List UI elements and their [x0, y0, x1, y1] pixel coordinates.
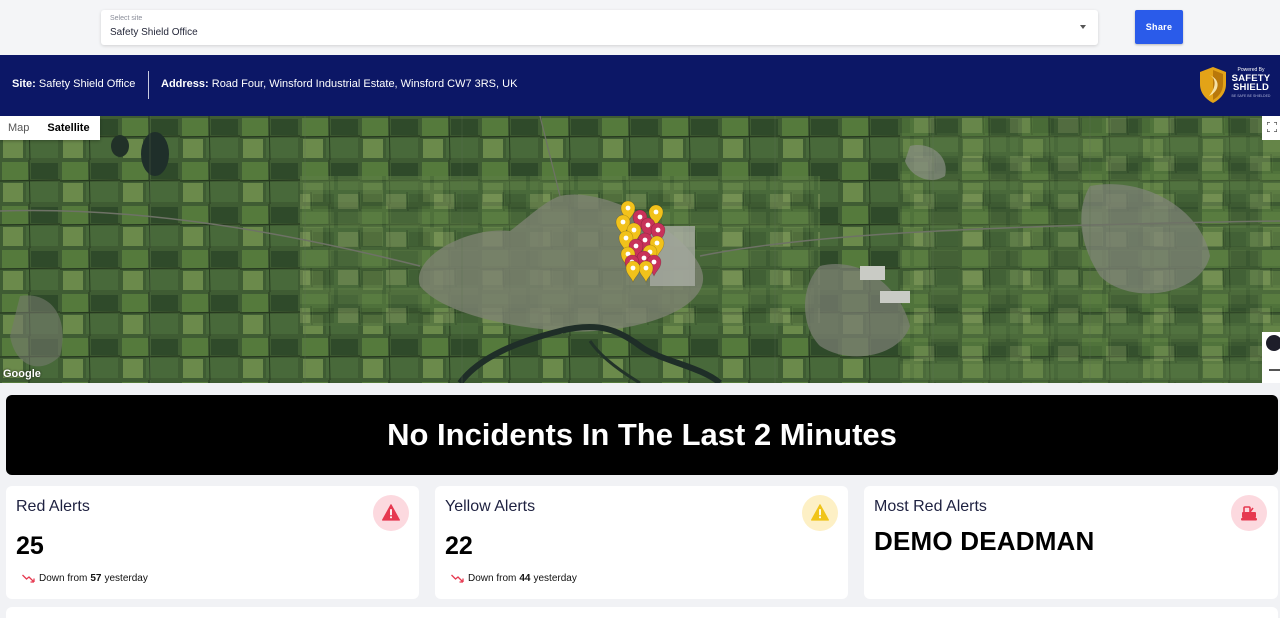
site-select-label: Select site [110, 15, 143, 22]
warning-triangle-icon [382, 504, 400, 521]
fullscreen-icon [1267, 122, 1277, 132]
chevron-down-icon[interactable] [1080, 25, 1086, 29]
yellow-alerts-title: Yellow Alerts [445, 498, 536, 515]
vehicle-icon-badge [1231, 495, 1267, 531]
address-label: Address: [161, 78, 209, 90]
yellow-alert-icon-badge [802, 495, 838, 531]
brand-name: SAFETY SHIELD [1229, 74, 1273, 93]
incident-banner: No Incidents In The Last 2 Minutes [6, 395, 1278, 475]
red-trend-suffix: yesterday [104, 573, 148, 584]
site-value: Safety Shield Office [38, 78, 136, 90]
yellow-alerts-card: Yellow Alerts 22 Down from 44 yesterday [435, 486, 848, 599]
info-divider [148, 71, 149, 99]
red-alerts-title: Red Alerts [16, 498, 90, 515]
brand-tagline: BE SAFE BE SHIELDED [1231, 94, 1271, 98]
red-alerts-count: 25 [16, 532, 44, 560]
map-marker-icon[interactable] [625, 260, 641, 283]
site-info: Site: Safety Shield Office [12, 78, 135, 90]
red-alerts-trend: Down from 57 yesterday [22, 573, 148, 584]
top-bar: Select site Safety Shield Office Share [0, 0, 1280, 55]
yellow-alerts-count: 22 [445, 532, 473, 560]
yellow-trend-prefix: Down from [468, 573, 517, 584]
address-value: Road Four, Winsford Industrial Estate, W… [211, 78, 518, 90]
red-trend-value: 57 [90, 573, 102, 584]
site-label: Site: [12, 78, 36, 90]
warning-triangle-icon [811, 504, 829, 521]
most-red-alerts-card: Most Red Alerts DEMO DEADMAN [864, 486, 1278, 599]
yellow-alerts-trend: Down from 44 yesterday [451, 573, 577, 584]
google-attribution: Google [3, 368, 41, 380]
trend-down-icon [451, 574, 464, 583]
satellite-map[interactable]: Map Satellite Google [0, 116, 1280, 383]
site-select-value: Safety Shield Office [110, 27, 198, 38]
map-marker-icon[interactable] [638, 260, 654, 283]
zoom-out-icon[interactable] [1269, 369, 1280, 371]
vehicle-icon [1241, 506, 1257, 521]
address-info: Address: Road Four, Winsford Industrial … [161, 78, 517, 90]
map-markers [615, 200, 666, 283]
yellow-trend-suffix: yesterday [533, 573, 577, 584]
share-button[interactable]: Share [1135, 10, 1183, 44]
fullscreen-button[interactable] [1262, 116, 1280, 140]
site-info-bar: Site: Safety Shield Office Address: Road… [0, 55, 1280, 116]
brand-name-line2: SHIELD [1232, 82, 1270, 93]
shield-logo-icon [1200, 67, 1226, 103]
most-red-alerts-vehicle: DEMO DEADMAN [874, 526, 1095, 556]
trend-down-icon [22, 574, 35, 583]
yellow-trend-value: 44 [519, 573, 531, 584]
red-trend-prefix: Down from [39, 573, 88, 584]
sparkle-icon[interactable] [1266, 335, 1280, 351]
most-red-alerts-title: Most Red Alerts [874, 498, 987, 515]
next-section-card [6, 607, 1278, 618]
zoom-control [1262, 332, 1280, 383]
incident-banner-message: No Incidents In The Last 2 Minutes [387, 417, 897, 452]
brand-logo: Powered By SAFETY SHIELD BE SAFE BE SHIE… [1198, 64, 1276, 108]
red-alert-icon-badge [373, 495, 409, 531]
site-select[interactable]: Select site Safety Shield Office [101, 10, 1098, 45]
red-alerts-card: Red Alerts 25 Down from 57 yesterday [6, 486, 419, 599]
